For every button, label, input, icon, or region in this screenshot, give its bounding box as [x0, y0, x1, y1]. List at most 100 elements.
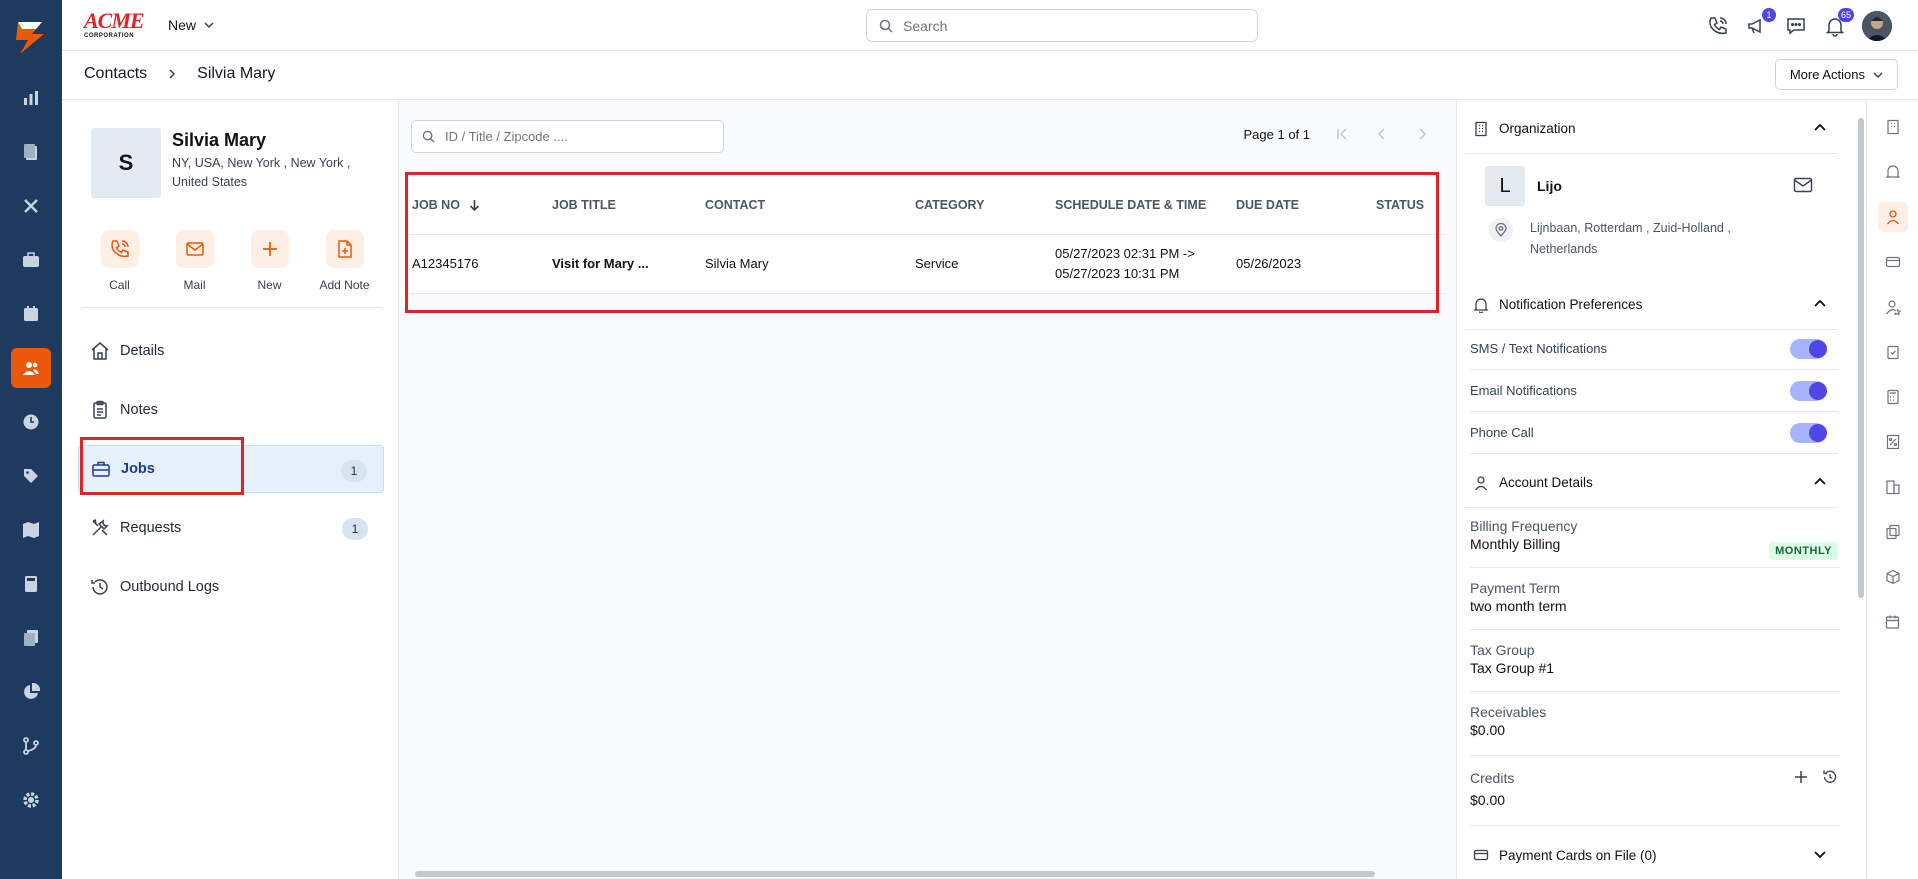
- rail-pie-chart-icon[interactable]: [11, 672, 51, 712]
- col-job-title[interactable]: JOB TITLE: [549, 176, 702, 235]
- payment-term-label: Payment Term: [1470, 580, 1560, 596]
- strip-office-icon[interactable]: [1878, 472, 1908, 502]
- rail-clipboard-icon[interactable]: [11, 132, 51, 172]
- rail-tools-icon[interactable]: [11, 186, 51, 226]
- payment-cards-header[interactable]: Payment Cards on File (0): [1465, 830, 1837, 879]
- contact-name: Silvia Mary: [172, 130, 267, 150]
- nav-item-requests[interactable]: Requests 1: [78, 504, 384, 552]
- notifications-bell-icon[interactable]: 65: [1822, 8, 1854, 39]
- notifications-badge: 65: [1837, 8, 1854, 22]
- tools-icon: [92, 518, 109, 536]
- strip-building-icon[interactable]: [1878, 112, 1908, 142]
- rail-map-icon[interactable]: [11, 510, 51, 550]
- nav-item-label: Notes: [120, 402, 158, 418]
- app-logo-icon[interactable]: [12, 18, 50, 56]
- schedule-end: 05/27/2023 10:31 PM: [1055, 265, 1180, 281]
- notification-preferences-header[interactable]: Notification Preferences: [1465, 280, 1837, 330]
- col-contact[interactable]: CONTACT: [702, 176, 912, 235]
- col-schedule[interactable]: SCHEDULE DATE & TIME: [1052, 176, 1233, 235]
- first-page-icon[interactable]: [1334, 126, 1350, 142]
- sidebar-scrollbar[interactable]: [1856, 100, 1866, 879]
- toggle-label: SMS / Text Notifications: [1470, 341, 1608, 356]
- sms-notifications-toggle[interactable]: [1790, 339, 1827, 359]
- horizontal-scrollbar[interactable]: [399, 869, 1456, 879]
- announcements-icon[interactable]: 1: [1744, 8, 1776, 39]
- breadcrumb-contacts-link[interactable]: Contacts: [84, 65, 147, 83]
- account-details-header[interactable]: Account Details: [1465, 458, 1837, 508]
- nav-item-label: Requests: [120, 520, 182, 536]
- rail-tag-icon[interactable]: [11, 456, 51, 496]
- strip-box-icon[interactable]: [1878, 562, 1908, 592]
- credit-history-icon[interactable]: [1822, 769, 1838, 785]
- organization-mail-icon[interactable]: [1793, 176, 1813, 194]
- prev-page-icon[interactable]: [1374, 126, 1390, 142]
- global-search[interactable]: [866, 9, 1258, 42]
- jobs-panel: Page 1 of 1 JOB NO JOB TITLE CONTACT CAT…: [399, 100, 1456, 879]
- nav-item-outbound-logs[interactable]: Outbound Logs: [78, 563, 384, 611]
- strip-calendar-sync-icon[interactable]: [1878, 607, 1908, 637]
- strip-copy-icon[interactable]: [1878, 517, 1908, 547]
- chevron-up-icon: [1814, 299, 1826, 307]
- cell-job-no[interactable]: A12345176: [409, 234, 549, 294]
- strip-percent-doc-icon[interactable]: [1878, 427, 1908, 457]
- add-note-button[interactable]: Add Note: [307, 230, 382, 292]
- add-credit-icon[interactable]: [1794, 770, 1808, 784]
- search-input[interactable]: [903, 17, 1233, 34]
- jobs-filter-input[interactable]: [445, 129, 705, 144]
- rail-dashboard-icon[interactable]: [11, 78, 51, 118]
- table-row[interactable]: A12345176 Visit for Mary ... Silvia Mary…: [409, 234, 1445, 294]
- col-job-no[interactable]: JOB NO: [409, 176, 549, 235]
- payment-term: Payment Term two month term: [1470, 580, 1840, 630]
- col-due-date[interactable]: DUE DATE: [1233, 176, 1373, 235]
- col-status[interactable]: STATUS: [1373, 176, 1445, 235]
- phone-calls-icon[interactable]: [1705, 13, 1731, 39]
- rail-calendar-icon[interactable]: [11, 294, 51, 334]
- chevron-up-icon: [1814, 477, 1826, 485]
- nav-item-jobs[interactable]: Jobs 1: [78, 445, 384, 493]
- strip-clipboard-check-icon[interactable]: [1878, 337, 1908, 367]
- rail-briefcase-icon[interactable]: [11, 240, 51, 280]
- organization-section-header[interactable]: Organization: [1465, 104, 1837, 154]
- rail-clock-icon[interactable]: [11, 402, 51, 442]
- rail-calculator-icon[interactable]: [11, 564, 51, 604]
- nav-item-label: Outbound Logs: [120, 579, 220, 595]
- new-menu-button[interactable]: New: [168, 17, 214, 33]
- notification-preferences-title: Notification Preferences: [1499, 297, 1643, 312]
- col-category[interactable]: CATEGORY: [912, 176, 1052, 235]
- brand-logo[interactable]: ACME CORPORATION: [84, 10, 146, 40]
- receivables-label: Receivables: [1470, 704, 1547, 720]
- rail-settings-icon[interactable]: [11, 780, 51, 820]
- rail-documents-icon[interactable]: [11, 618, 51, 658]
- call-button[interactable]: Call: [82, 230, 157, 292]
- jobs-filter[interactable]: [411, 120, 724, 153]
- organization-title: Organization: [1499, 121, 1576, 136]
- strip-user-icon[interactable]: [1878, 202, 1908, 232]
- nav-item-notes[interactable]: Notes: [78, 386, 384, 434]
- new-button[interactable]: New: [232, 230, 307, 292]
- strip-calculator-icon[interactable]: [1878, 382, 1908, 412]
- more-actions-button[interactable]: More Actions: [1774, 59, 1898, 90]
- email-notifications-toggle[interactable]: [1790, 381, 1827, 401]
- cell-job-title[interactable]: Visit for Mary ...: [549, 234, 702, 294]
- user-avatar[interactable]: [1862, 11, 1892, 41]
- cell-due-date: 05/26/2023: [1233, 234, 1373, 294]
- details-sidebar: Organization L Lijo Lijnbaan, Rotterdam …: [1456, 100, 1860, 879]
- contact-avatar: S: [91, 128, 161, 198]
- contact-nav: Details Notes Jobs 1 Requests 1 Outbound…: [78, 327, 384, 622]
- strip-credit-card-icon[interactable]: [1878, 247, 1908, 277]
- strip-bell-icon[interactable]: [1878, 157, 1908, 187]
- phone-call-toggle[interactable]: [1790, 423, 1827, 443]
- next-page-icon[interactable]: [1414, 126, 1430, 142]
- clipboard-icon: [93, 400, 107, 419]
- jobs-table: JOB NO JOB TITLE CONTACT CATEGORY SCHEDU…: [409, 176, 1445, 294]
- chat-icon[interactable]: [1783, 13, 1809, 39]
- top-bar: ACME CORPORATION New 1 65: [62, 0, 1918, 51]
- nav-item-details[interactable]: Details: [78, 327, 384, 375]
- credit-card-icon: [1473, 849, 1489, 861]
- breadcrumb-bar: Contacts Silvia Mary More Actions: [62, 51, 1918, 100]
- rail-contacts-icon[interactable]: [11, 348, 51, 388]
- mail-button[interactable]: Mail: [157, 230, 232, 292]
- strip-user-star-icon[interactable]: [1878, 292, 1908, 322]
- rail-branch-icon[interactable]: [11, 726, 51, 766]
- organization-name[interactable]: Lijo: [1537, 178, 1562, 194]
